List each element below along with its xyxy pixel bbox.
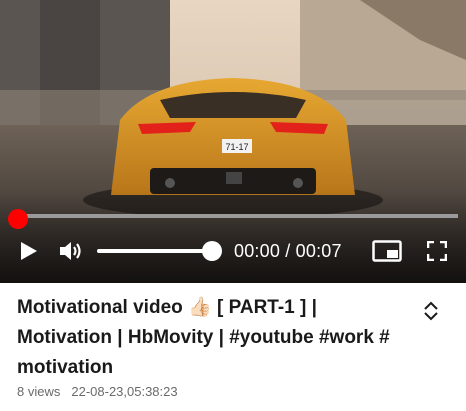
video-title-start: Motivational video (17, 297, 189, 318)
fullscreen-button[interactable] (424, 238, 450, 264)
volume-slider-handle[interactable] (202, 241, 222, 261)
player-controls: 00:00 / 00:07 (0, 232, 466, 270)
svg-text:71-17: 71-17 (225, 142, 248, 152)
volume-button[interactable] (56, 238, 86, 264)
video-info: Motivational video 👍🏻 [ PART-1 ] | Motiv… (0, 283, 466, 411)
duration: 00:07 (295, 241, 342, 261)
expand-description-button[interactable] (420, 299, 442, 323)
view-count: 8 views (17, 384, 61, 399)
volume-slider-track[interactable] (97, 249, 213, 253)
play-icon (21, 242, 37, 260)
video-player[interactable]: 71-17 00:00 / 00:07 (0, 0, 466, 283)
thumbs-up-emoji: 👍🏻 (188, 297, 212, 318)
video-title: Motivational video 👍🏻 [ PART-1 ] | Motiv… (17, 293, 409, 383)
time-separator: / (280, 241, 296, 261)
volume-icon (60, 242, 81, 260)
video-meta: 8 views 22-08-23,05:38:23 (17, 384, 178, 399)
fullscreen-icon (427, 241, 447, 261)
upload-date: 22-08-23,05:38:23 (71, 384, 178, 399)
progress-scrubber[interactable] (8, 209, 28, 229)
play-button[interactable] (16, 238, 42, 264)
time-display: 00:00 / 00:07 (234, 241, 342, 262)
picture-in-picture-button[interactable] (372, 238, 402, 264)
picture-in-picture-icon (372, 240, 402, 262)
current-time: 00:00 (234, 241, 281, 261)
progress-track[interactable] (18, 214, 458, 218)
chevron-up-down-icon (424, 301, 438, 321)
